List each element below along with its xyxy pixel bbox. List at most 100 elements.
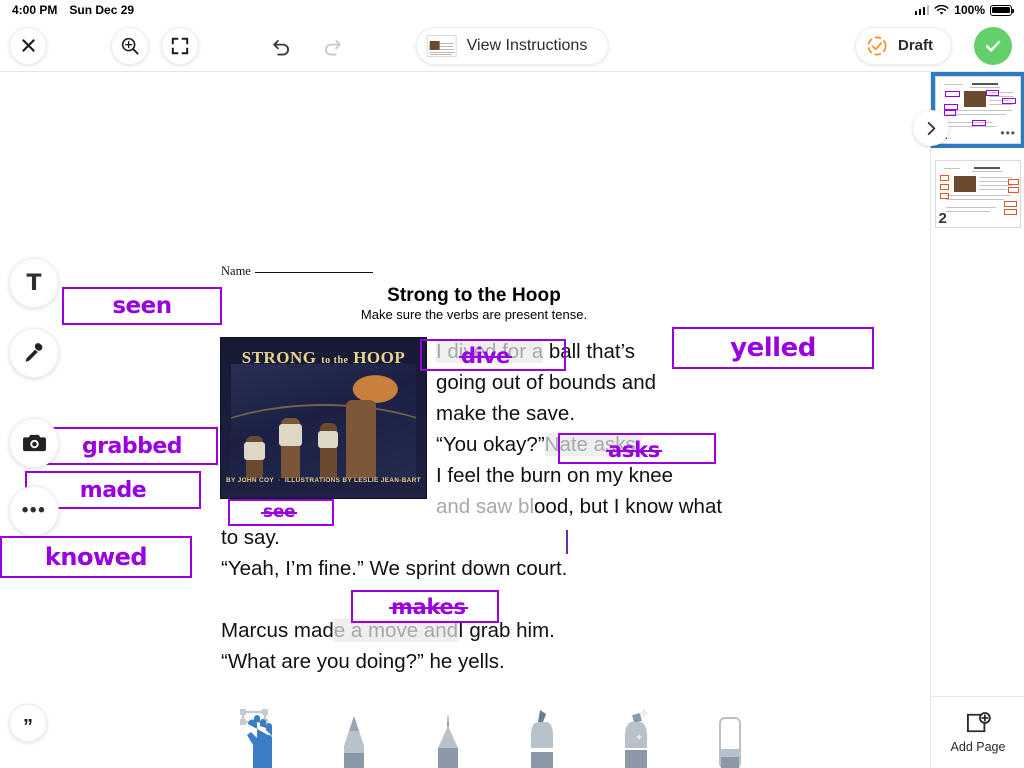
- view-instructions-button[interactable]: View Instructions: [415, 26, 609, 65]
- microphone-icon: [25, 343, 43, 362]
- battery-percent: 100%: [954, 3, 985, 17]
- worksheet-subtitle: Make sure the verbs are present tense.: [360, 307, 588, 322]
- draft-status-icon: [867, 36, 887, 55]
- top-toolbar: View Instructions Draft: [0, 20, 1024, 72]
- redo-button[interactable]: [313, 27, 351, 65]
- annotation-made-label: made: [79, 477, 147, 503]
- status-bar-right: 100%: [914, 3, 1015, 17]
- add-page-icon: [967, 711, 991, 732]
- undo-icon: [273, 39, 289, 56]
- zoom-in-icon: [121, 37, 139, 55]
- camera-tool-button[interactable]: [9, 418, 59, 468]
- selection-hand-tool[interactable]: [237, 700, 283, 768]
- page-number-2: 2: [938, 210, 947, 227]
- pencil-tool[interactable]: [331, 700, 377, 768]
- more-options-tool-button[interactable]: •••: [9, 486, 59, 536]
- microphone-tool-button[interactable]: [9, 328, 59, 378]
- pen-tray: [0, 696, 930, 768]
- camera-icon: [22, 434, 46, 451]
- cellular-signal-icon: [914, 5, 930, 15]
- book-cover-credits: BY JOHN COY · ILLUSTRATIONS BY LESLIE JE…: [226, 477, 421, 484]
- status-bar: 4:00 PM Sun Dec 29 100%: [0, 0, 1024, 20]
- handwriting-dive: dive: [459, 344, 512, 368]
- page-thumbnail-2-preview[interactable]: 2: [934, 160, 1021, 228]
- body-pre-marcus: Marcus mad: [221, 619, 334, 642]
- text-tool-button[interactable]: T: [9, 258, 59, 308]
- page-more-icon-1[interactable]: •••: [1000, 126, 1016, 140]
- toolbar-center-group: View Instructions: [415, 26, 609, 65]
- zoom-in-button[interactable]: [111, 26, 149, 65]
- close-icon: [21, 39, 35, 52]
- eraser-tool[interactable]: [707, 700, 753, 768]
- book-cover-image: STRONG to the HOOP BY JOHN COY · ILLUSTR…: [221, 338, 426, 498]
- draft-status-button[interactable]: Draft: [854, 26, 952, 65]
- worksheet-page: Name Strong to the Hoop Make sure the ve…: [0, 72, 930, 768]
- checkmark-icon: [985, 40, 1001, 52]
- annotation-seen[interactable]: seen: [62, 287, 222, 325]
- text-caret: [566, 530, 568, 554]
- status-date: Sun Dec 29: [69, 3, 135, 17]
- struck-text-made-a-move: e a move and: [333, 619, 459, 642]
- fit-to-screen-icon: [171, 37, 189, 54]
- annotation-knowed[interactable]: knowed: [0, 536, 192, 578]
- annotation-knowed-label: knowed: [44, 543, 148, 571]
- pages-panel: 1 ••• 2: [913, 72, 1024, 768]
- thin-pen-tool[interactable]: [425, 700, 471, 768]
- chevron-right-icon: [927, 121, 935, 135]
- status-bar-left: 4:00 PM Sun Dec 29: [12, 3, 134, 17]
- submit-done-button[interactable]: [974, 26, 1012, 65]
- text-tool-circle[interactable]: T: [9, 258, 59, 308]
- text-tool-icon: T: [26, 270, 42, 296]
- annotation-grabbed-label: grabbed: [81, 433, 183, 459]
- body-line-6: and saw blood, but I know what to say.: [221, 491, 741, 553]
- pencil-icon: [344, 716, 364, 768]
- annotation-yelled[interactable]: yelled: [672, 327, 874, 369]
- camera-tool-circle[interactable]: [9, 418, 59, 468]
- battery-icon: [990, 4, 1015, 16]
- toolbar-right-group: Draft: [854, 26, 1012, 65]
- selection-hand-icon: [240, 709, 272, 768]
- annotation-yelled-label: yelled: [730, 333, 816, 363]
- struck-text-and-saw: and saw bl: [436, 495, 535, 518]
- microphone-tool-circle[interactable]: [9, 328, 59, 378]
- handwriting-makes: makes: [389, 595, 468, 619]
- eraser-icon: [719, 717, 741, 768]
- wifi-icon: [934, 4, 949, 15]
- body-rest-1: ball that’s: [548, 340, 636, 363]
- glitter-pen-icon: [625, 708, 649, 768]
- add-page-button[interactable]: Add Page: [931, 696, 1024, 768]
- annotation-grabbed[interactable]: grabbed: [46, 427, 218, 465]
- view-instructions-label: View Instructions: [466, 36, 588, 54]
- more-options-circle[interactable]: •••: [9, 486, 59, 536]
- body-line-8: Marcus made a move andI grab him.: [221, 615, 741, 646]
- toolbar-left-group: [0, 26, 351, 65]
- close-button[interactable]: [9, 26, 47, 65]
- worksheet-canvas[interactable]: Name Strong to the Hoop Make sure the ve…: [0, 72, 930, 768]
- fit-to-screen-button[interactable]: [161, 26, 199, 65]
- thin-pen-icon: [438, 714, 458, 768]
- cover-artwork: [231, 364, 416, 478]
- body-line-7: “Yeah, I’m fine.” We sprint down court.: [221, 557, 568, 580]
- marker-icon: [531, 710, 553, 768]
- handwriting-asks: asks: [606, 438, 662, 462]
- name-field-row: Name: [221, 264, 373, 279]
- annotation-seen-label: seen: [112, 293, 172, 319]
- cover-author: BY JOHN COY: [226, 477, 274, 484]
- draft-status-label: Draft: [897, 37, 933, 54]
- redo-icon: [325, 39, 341, 56]
- body-line-9: “What are you doing?” he yells.: [221, 650, 505, 673]
- page-thumbnail-2[interactable]: 2: [931, 148, 1024, 232]
- instructions-thumbnail-icon: [426, 34, 457, 57]
- worksheet-title: Strong to the Hoop: [387, 285, 561, 306]
- name-blank-line: [254, 272, 373, 273]
- undo-button[interactable]: [263, 27, 301, 65]
- glitter-pen-tool[interactable]: [613, 700, 659, 768]
- handwriting-see: see: [260, 502, 298, 522]
- collapse-pages-panel-button[interactable]: [913, 110, 949, 146]
- add-page-label: Add Page: [950, 739, 1006, 754]
- worksheet-body: STRONG to the HOOP BY JOHN COY · ILLUSTR…: [221, 336, 741, 677]
- name-label: Name: [221, 264, 251, 278]
- body-quote-1: “You okay?”: [436, 433, 545, 456]
- marker-tool[interactable]: [519, 700, 565, 768]
- cover-illustrator: ILLUSTRATIONS BY LESLIE JEAN-BART: [284, 477, 421, 484]
